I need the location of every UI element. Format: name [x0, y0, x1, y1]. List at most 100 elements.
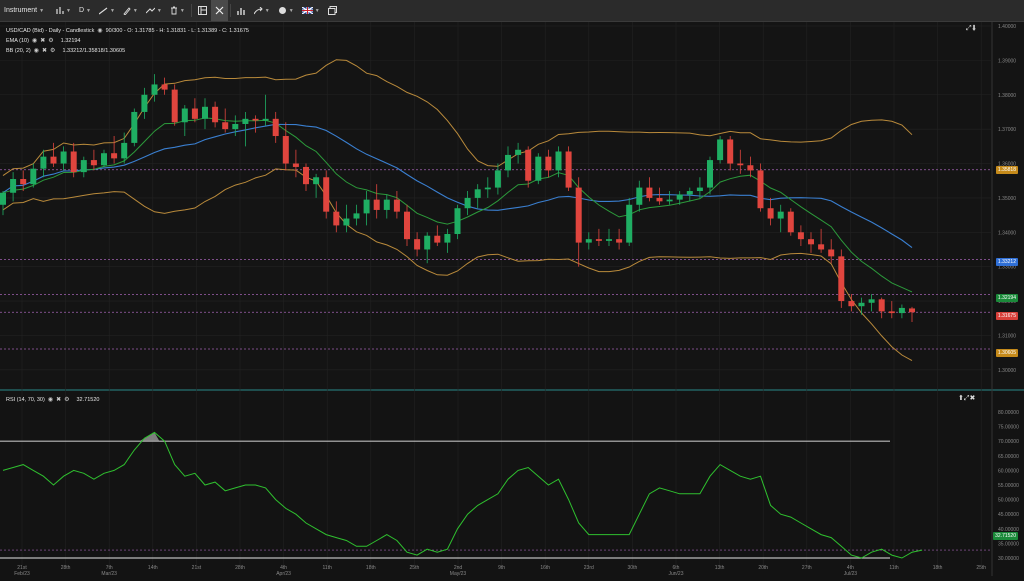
divider [190, 4, 192, 17]
gear-icon[interactable]: ⚙ [50, 47, 55, 54]
window-icon[interactable] [324, 0, 341, 21]
pen-line-icon[interactable]: ▼ [95, 0, 119, 21]
eye-icon[interactable]: ◉ [97, 27, 102, 34]
candle-body [636, 187, 643, 205]
rsi-tick-label: 50.00000 [998, 498, 1019, 504]
candle-body [747, 165, 754, 171]
time-tick-label: 25th [976, 565, 986, 571]
language-flag-icon[interactable]: ▼ [298, 0, 324, 21]
candle-body [666, 199, 673, 202]
price-tick-label: 1.37000 [998, 127, 1016, 133]
candle-body [323, 177, 330, 212]
time-tick-label: 20th [758, 565, 768, 571]
rsi-tick-label: 30.00000 [998, 556, 1019, 562]
layout-icon[interactable] [194, 0, 211, 21]
time-tick-label: 30th [628, 565, 638, 571]
candle-body [818, 244, 825, 250]
time-tick-month: Feb/23 [14, 571, 30, 576]
candle-body [404, 211, 410, 240]
candle-body [676, 194, 683, 200]
gear-icon[interactable]: ⚙ [64, 396, 69, 403]
close-icon[interactable]: ✖ [56, 396, 61, 403]
bb-legend: BB (20, 2) ◉ ✖ ⚙ 1.33212/1.35818/1.30605 [6, 47, 125, 55]
candle-body [90, 160, 97, 166]
close-icon[interactable]: ✖ [42, 47, 47, 54]
time-tick-label: 25th [410, 565, 420, 571]
candle-body [20, 178, 27, 185]
eye-icon[interactable]: ◉ [48, 396, 53, 403]
candle-body [565, 151, 572, 188]
crosshair-icon[interactable] [210, 0, 228, 21]
candle-body [606, 239, 612, 241]
timeframe-label: D [78, 7, 85, 14]
rsi-value-tag: 32.71520 [993, 532, 1018, 540]
rsi-tick-label: 70.00000 [998, 439, 1019, 445]
gear-icon[interactable]: ⚙ [48, 37, 53, 44]
candle-body [343, 218, 350, 226]
draw-tools-icon[interactable]: ▼ [142, 0, 166, 21]
candle-body [797, 232, 804, 240]
chevron-down-icon: ▼ [86, 7, 91, 14]
candle-body [646, 187, 653, 198]
chart-canvas[interactable]: 1.400001.390001.380001.370001.360001.350… [0, 22, 1024, 577]
candle-body [292, 163, 299, 167]
candle-body [161, 84, 168, 90]
price-tick-label: 1.38000 [998, 93, 1016, 99]
candle-body [70, 151, 77, 173]
candle-body [838, 256, 845, 302]
bar-chart-icon[interactable]: ▼ [52, 0, 75, 21]
candle-body [131, 111, 138, 143]
chart-area[interactable]: 1.40000 1.39000 1.38000 1.37000 1.36000 1.350… [0, 22, 1024, 577]
candle-body [686, 191, 693, 195]
candle-body [696, 187, 703, 192]
candle-body [414, 239, 421, 250]
candle-body [858, 302, 865, 307]
candle-body [303, 166, 309, 185]
candle-body [898, 307, 905, 314]
candle-body [424, 235, 431, 250]
candle-body [262, 118, 269, 121]
bb-upper-tag: 1.35818 [995, 166, 1018, 174]
candle-body [909, 308, 915, 313]
arrow-icon[interactable]: ▼ [250, 0, 274, 21]
candle-body [232, 123, 239, 130]
candle-body [878, 299, 885, 312]
ema-legend: EMA (10) ◉ ✖ ⚙ 1.32194 [6, 37, 81, 45]
candle-body [727, 139, 734, 164]
candle-body [313, 177, 320, 185]
timeframe-selector[interactable]: D ▼ [75, 0, 95, 21]
panel-controls-icon[interactable]: ⬆⤢✖ [958, 394, 975, 403]
candle-body [333, 211, 340, 226]
time-tick-label: 28th [235, 565, 245, 571]
trash-icon[interactable]: ▼ [166, 0, 189, 21]
candle-body [808, 239, 814, 245]
candle-body [757, 170, 764, 209]
ema-value: 1.32194 [60, 37, 81, 44]
rsi-legend: RSI (14, 70, 30) ◉ ✖ ⚙ 32.71520 [6, 396, 99, 404]
rsi-tick-label: 45.00000 [998, 512, 1019, 518]
candle-body [525, 149, 532, 181]
rsi-line [2, 431, 923, 559]
candle-body [555, 151, 562, 171]
maximize-icon[interactable]: ⤢⬇ [966, 25, 976, 33]
indicators-icon[interactable] [233, 0, 250, 21]
bars-info: 90/300 - O: 1.31785 - H: 1.31831 - L: 1.… [105, 27, 249, 34]
candle-body [494, 170, 501, 188]
symbol-line: USD/CAD (Bid) - Daily - Candlestick [6, 27, 95, 34]
close-icon[interactable]: ✖ [40, 37, 45, 44]
last-price-tag: 1.31675 [995, 312, 1018, 320]
brush-icon[interactable]: ▼ [119, 0, 142, 21]
candle-body [535, 156, 542, 181]
candle-body [777, 211, 784, 219]
instrument-selector[interactable]: Instrument ▼ [0, 0, 52, 21]
eye-icon[interactable]: ◉ [32, 37, 37, 44]
bb-mid-tag: 1.33212 [995, 258, 1018, 266]
symbol-legend: USD/CAD (Bid) - Daily - Candlestick ◉ 90… [6, 27, 249, 35]
eye-icon[interactable]: ◉ [34, 47, 39, 54]
candle-body [272, 118, 279, 137]
theme-icon[interactable]: ▼ [274, 0, 298, 21]
candle-body [737, 163, 744, 166]
price-tick-label: 1.35000 [998, 196, 1016, 202]
candle-body [242, 118, 249, 124]
time-tick-month: May/23 [450, 571, 467, 576]
